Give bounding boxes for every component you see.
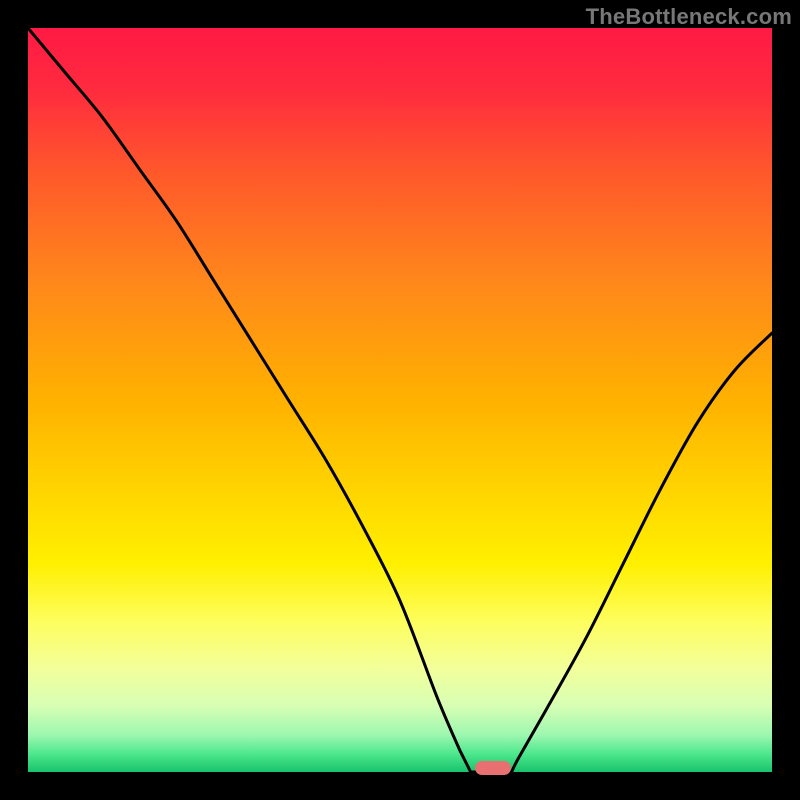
watermark-text: TheBottleneck.com [586, 4, 792, 30]
plot-area [28, 28, 772, 772]
gradient-background [28, 28, 772, 772]
optimal-marker [475, 761, 511, 775]
chart-frame: TheBottleneck.com [0, 0, 800, 800]
